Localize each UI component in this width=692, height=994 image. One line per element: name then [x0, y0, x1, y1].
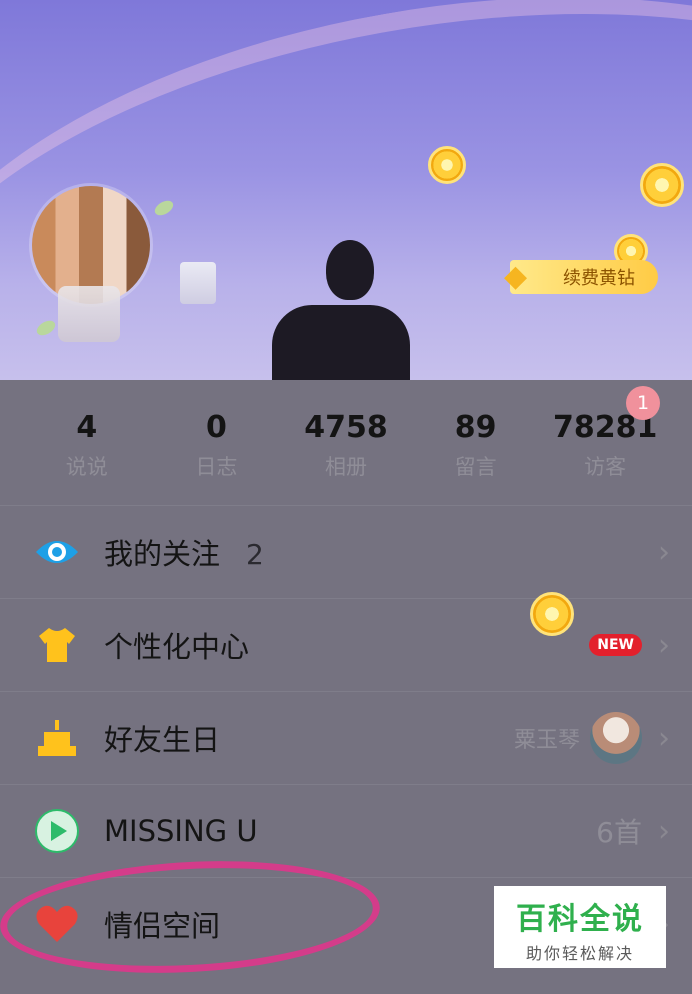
stat-label: 留言 — [454, 455, 497, 479]
stat-album[interactable]: 4758 相册 — [291, 380, 401, 505]
cover-figure-head — [326, 240, 374, 300]
friend-avatar — [590, 712, 642, 764]
play-icon — [34, 808, 80, 854]
menu-item-following[interactable]: 我的关注 2 › — [0, 505, 692, 598]
stat-label: 访客 — [584, 455, 627, 479]
menu-item-label: 好友生日 — [104, 723, 221, 757]
stat-value: 4 — [76, 410, 98, 445]
stat-label: 相册 — [324, 455, 367, 479]
watermark-title: 百科全说 — [516, 902, 644, 937]
menu-item-extra: 6首 — [596, 811, 642, 851]
orange-slice-icon — [640, 163, 684, 207]
stat-value: 4758 — [304, 410, 388, 445]
profile-cover: ◆ 续费黄钻 — [0, 0, 692, 380]
cover-figure-body — [272, 305, 410, 380]
chevron-right-icon: › — [658, 534, 670, 570]
orange-slice-icon — [428, 146, 466, 184]
menu-item-extra: NEW — [589, 634, 642, 656]
notification-badge: 1 — [626, 386, 660, 420]
chevron-right-icon: › — [658, 813, 670, 849]
menu-item-extra: 粟玉琴 — [514, 712, 642, 764]
friend-name: 粟玉琴 — [513, 728, 580, 753]
stat-value: 0 — [205, 410, 227, 445]
renew-label: 续费黄钻 — [563, 268, 635, 289]
avatar-decoration — [58, 286, 120, 342]
menu-item-label: 个性化中心 — [104, 630, 250, 664]
menu-item-label: 我的关注 2 — [104, 531, 264, 573]
following-count: 2 — [246, 538, 264, 571]
menu-item-friend-birthday[interactable]: 好友生日 粟玉琴 › — [0, 691, 692, 784]
watermark-subtitle: 助你轻松解决 — [525, 944, 634, 963]
stats-bar: 4 说说 0 日志 4758 相册 89 留言 78281 访客 1 — [0, 380, 692, 505]
menu-item-personalization[interactable]: 个性化中心 NEW › — [0, 598, 692, 691]
eye-icon — [34, 529, 80, 575]
new-badge: NEW — [589, 634, 642, 656]
stat-shuoshuo[interactable]: 4 说说 — [32, 380, 142, 505]
chevron-right-icon: › — [658, 720, 670, 756]
watermark: 百科全说 助你轻松解决 — [494, 886, 666, 968]
menu-item-music[interactable]: MISSING U 6首 › — [0, 784, 692, 877]
song-count: 6首 — [596, 816, 642, 849]
vip-badge-icon[interactable] — [180, 262, 216, 304]
menu-item-text: 我的关注 — [104, 537, 221, 571]
diamond-icon: ◆ — [504, 259, 528, 294]
menu-item-label: MISSING U — [104, 814, 258, 848]
cake-icon — [34, 715, 80, 761]
stat-blog[interactable]: 0 日志 — [161, 380, 271, 505]
stat-value: 89 — [454, 410, 497, 445]
stat-messages[interactable]: 89 留言 — [421, 380, 531, 505]
tshirt-icon — [34, 622, 80, 668]
renew-yellow-diamond-button[interactable]: ◆ 续费黄钻 — [504, 260, 658, 294]
chevron-right-icon: › — [658, 627, 670, 663]
stat-label: 日志 — [195, 455, 238, 479]
orange-slice-icon — [530, 592, 574, 636]
stat-label: 说说 — [65, 455, 108, 479]
